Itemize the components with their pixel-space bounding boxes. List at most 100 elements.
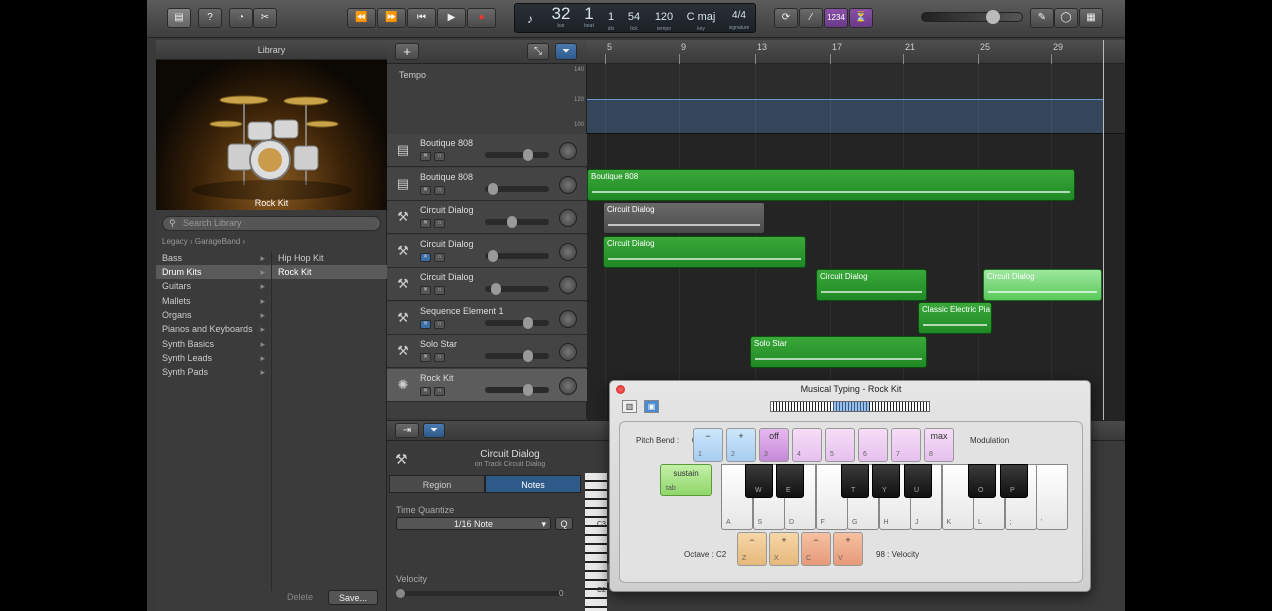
tempo-curve[interactable] bbox=[587, 99, 1103, 133]
category-mallets[interactable]: Mallets ▸ bbox=[156, 294, 271, 308]
track-row[interactable]: ▤ Boutique 808 ✕ ∩ bbox=[387, 134, 587, 167]
solo-button[interactable]: ∩ bbox=[434, 185, 445, 195]
master-volume-slider[interactable] bbox=[921, 10, 1023, 24]
track-row[interactable]: ⚒ Solo Star ✕ ∩ bbox=[387, 335, 587, 368]
catch-filter-button[interactable]: ⏷ bbox=[555, 43, 577, 60]
category-drum-kits[interactable]: Drum Kits ▸ bbox=[156, 265, 271, 279]
track-row[interactable]: ⚒ Sequence Element 1 ✕ ∩ bbox=[387, 301, 587, 335]
volume-knob[interactable] bbox=[523, 383, 533, 396]
octave-key[interactable]: + X bbox=[769, 532, 799, 566]
tuner-button[interactable]: ⁄ bbox=[799, 8, 823, 28]
solo-button[interactable]: ∩ bbox=[434, 319, 445, 329]
volume-knob[interactable] bbox=[523, 149, 533, 161]
playhead[interactable] bbox=[1103, 40, 1104, 420]
pitch-key[interactable]: 7 bbox=[891, 428, 921, 462]
black-key[interactable]: P bbox=[1000, 464, 1028, 498]
pitch-key[interactable]: 4 bbox=[792, 428, 822, 462]
pitch-key[interactable]: off 3 bbox=[759, 428, 789, 462]
editors-button[interactable]: ✂ bbox=[253, 8, 277, 28]
volume-knob[interactable] bbox=[491, 283, 501, 295]
mute-button[interactable]: ✕ bbox=[420, 152, 431, 161]
black-key[interactable]: U bbox=[904, 464, 932, 498]
mute-button[interactable]: ✕ bbox=[420, 252, 431, 262]
volume-knob[interactable] bbox=[488, 182, 498, 195]
octave-range-highlight[interactable] bbox=[833, 402, 869, 411]
track-volume-slider[interactable] bbox=[485, 383, 549, 396]
track-row[interactable]: ✺ Rock Kit ✕ ∩ bbox=[387, 368, 587, 402]
solo-button[interactable]: ∩ bbox=[434, 219, 445, 228]
black-key[interactable]: E bbox=[776, 464, 804, 498]
solo-button[interactable]: ∩ bbox=[434, 252, 445, 262]
tab-notes[interactable]: Notes bbox=[485, 475, 581, 493]
solo-button[interactable]: ∩ bbox=[434, 286, 445, 295]
region[interactable]: Boutique 808 bbox=[587, 169, 1075, 201]
mini-keyboard[interactable] bbox=[770, 401, 930, 412]
pitch-key[interactable]: +2 bbox=[726, 428, 756, 462]
track-volume-slider[interactable] bbox=[485, 283, 549, 295]
count-in-button[interactable]: 1234 bbox=[824, 8, 848, 28]
black-key[interactable]: T bbox=[841, 464, 869, 498]
category-bass[interactable]: Bass ▸ bbox=[156, 251, 271, 265]
region[interactable]: Circuit Dialog bbox=[603, 202, 765, 234]
volume-knob[interactable] bbox=[523, 316, 533, 329]
mute-button[interactable]: ✕ bbox=[420, 185, 431, 195]
pan-knob[interactable] bbox=[559, 343, 577, 361]
pitch-key[interactable]: 5 bbox=[825, 428, 855, 462]
pan-knob[interactable] bbox=[559, 376, 577, 395]
track-volume-slider[interactable] bbox=[485, 182, 549, 195]
snap-button[interactable]: ⤡ bbox=[527, 43, 549, 60]
record-button[interactable]: ● bbox=[467, 8, 496, 28]
black-key[interactable]: O bbox=[968, 464, 996, 498]
velocity-key[interactable]: + V bbox=[833, 532, 863, 566]
track-volume-slider[interactable] bbox=[485, 149, 549, 161]
track-row[interactable]: ▤ Boutique 808 ✕ ∩ bbox=[387, 167, 587, 201]
notepad-button[interactable]: ✎ bbox=[1030, 8, 1054, 28]
patch-rock-kit[interactable]: Rock Kit bbox=[271, 265, 387, 279]
track-row[interactable]: ⚒ Circuit Dialog ✕ ∩ bbox=[387, 201, 587, 234]
library-breadcrumb[interactable]: Legacy › GarageBand › bbox=[162, 237, 245, 246]
keyboard-view-button[interactable]: ▥ bbox=[622, 400, 637, 413]
lcd-display[interactable]: ♪ 32 bar 1 beat 1 div 54 tick 120 tempo C maj… bbox=[514, 3, 756, 33]
volume-knob[interactable] bbox=[523, 350, 533, 362]
pitch-key[interactable]: 6 bbox=[858, 428, 888, 462]
arrange-area[interactable]: 5 9 13 17 21 25 29 Boutique 808 Circuit Dialog C… bbox=[587, 40, 1125, 420]
track-volume-slider[interactable] bbox=[485, 350, 549, 362]
region[interactable]: Circuit Dialog bbox=[983, 269, 1102, 301]
velocity-knob[interactable] bbox=[396, 589, 405, 598]
region[interactable]: Solo Star bbox=[750, 336, 927, 368]
region[interactable]: Circuit Dialog bbox=[816, 269, 927, 301]
editor-tool-button[interactable]: ⇥ bbox=[395, 423, 419, 438]
black-key[interactable]: Y bbox=[872, 464, 900, 498]
pan-knob[interactable] bbox=[559, 309, 577, 328]
track-row[interactable]: ⚒ Circuit Dialog ✕ ∩ bbox=[387, 268, 587, 301]
metronome-button[interactable]: ⏳ bbox=[849, 8, 873, 28]
region[interactable]: Classic Electric Pia bbox=[918, 302, 992, 334]
ruler[interactable]: 5 9 13 17 21 25 29 bbox=[587, 40, 1125, 64]
library-button[interactable]: ▤ bbox=[167, 8, 191, 28]
typing-view-button[interactable]: ▣ bbox=[644, 400, 659, 413]
play-button[interactable]: ▶ bbox=[437, 8, 466, 28]
velocity-slider[interactable] bbox=[396, 589, 562, 598]
category-synth-basics[interactable]: Synth Basics ▸ bbox=[156, 337, 271, 351]
pitch-key[interactable]: −1 bbox=[693, 428, 723, 462]
media-browser-button[interactable]: ▦ bbox=[1079, 8, 1103, 28]
solo-button[interactable]: ∩ bbox=[434, 386, 445, 396]
volume-knob[interactable] bbox=[488, 249, 498, 262]
add-track-button[interactable]: + bbox=[395, 43, 419, 60]
category-synth-pads[interactable]: Synth Pads ▸ bbox=[156, 365, 271, 379]
volume-knob[interactable] bbox=[986, 10, 1000, 24]
loop-browser-button[interactable]: ◯ bbox=[1054, 8, 1078, 28]
patch-hip-hop-kit[interactable]: Hip Hop Kit bbox=[271, 251, 387, 265]
tempo-lane[interactable] bbox=[587, 64, 1125, 134]
cycle-button[interactable]: ⟳ bbox=[774, 8, 798, 28]
pitch-key[interactable]: max 8 bbox=[924, 428, 954, 462]
octave-key[interactable]: − Z bbox=[737, 532, 767, 566]
category-organs[interactable]: Organs ▸ bbox=[156, 308, 271, 322]
pan-knob[interactable] bbox=[559, 175, 577, 194]
category-synth-leads[interactable]: Synth Leads ▸ bbox=[156, 351, 271, 365]
black-key[interactable]: W bbox=[745, 464, 773, 498]
quantize-button[interactable]: Q bbox=[555, 517, 573, 530]
pan-knob[interactable] bbox=[559, 142, 577, 160]
mute-button[interactable]: ✕ bbox=[420, 386, 431, 396]
velocity-key[interactable]: − C bbox=[801, 532, 831, 566]
